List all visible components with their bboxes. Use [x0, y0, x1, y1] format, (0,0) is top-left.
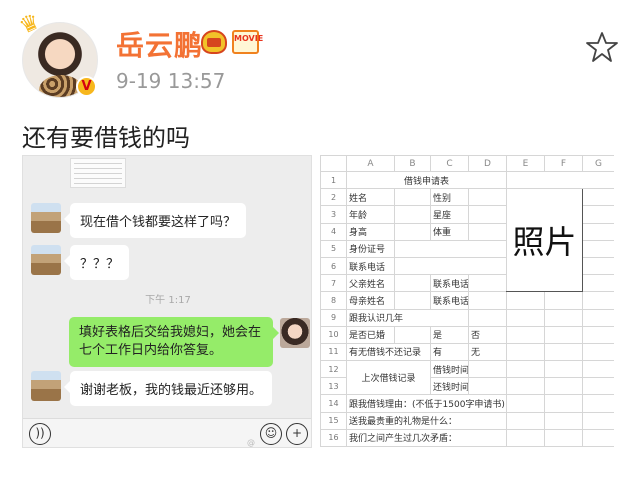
- label-gift: 送我最贵重的礼物是什么：: [346, 411, 507, 430]
- label-height: 身高: [346, 222, 395, 241]
- self-avatar[interactable]: [280, 318, 310, 348]
- label-age: 年龄: [346, 205, 395, 224]
- row-number: 6: [320, 256, 347, 276]
- row-number: 1: [320, 170, 347, 190]
- label-repay-time: 还钱时间: [430, 377, 469, 396]
- column-header: B: [394, 155, 431, 172]
- message-bubble: ？？？: [63, 245, 130, 280]
- row-number: 8: [320, 291, 347, 310]
- vip-badge: V: [76, 76, 97, 97]
- loan-application-table: A B C D E F G 1 借钱申请表 2 姓名 性别 照片 3 年龄 星座: [320, 155, 614, 448]
- label-contact-phone: 联系电话: [430, 291, 469, 310]
- row-number: 3: [320, 205, 347, 224]
- row-number: 5: [320, 239, 347, 258]
- row-number: 15: [320, 411, 347, 430]
- chat-thumbnail-image[interactable]: [70, 158, 126, 188]
- label-borrow-time: 借钱时间: [430, 360, 469, 379]
- chat-time-divider: 下午 1:17: [145, 295, 191, 306]
- message-bubble: 现在借个钱都要这样了吗？: [63, 203, 247, 238]
- photo-placeholder: 照片: [506, 188, 583, 293]
- label-weight: 体重: [430, 222, 469, 241]
- label-mother-name: 母亲姓名: [346, 291, 395, 310]
- message-bubble-self: 填好表格后交给我媳妇，她会在七个工作日内给你答复。: [69, 317, 279, 367]
- label-married: 是否已婚: [346, 325, 395, 344]
- row-number: 13: [320, 377, 347, 396]
- contact-avatar[interactable]: [31, 245, 61, 275]
- label-conflicts: 我们之间产生过几次矛盾：: [346, 428, 507, 448]
- watermark: @: [247, 438, 255, 447]
- row-number: 11: [320, 342, 347, 362]
- loan-form-image[interactable]: A B C D E F G 1 借钱申请表 2 姓名 性别 照片 3 年龄 星座: [320, 155, 614, 448]
- label-id-number: 身份证号: [346, 239, 395, 258]
- label-zodiac: 星座: [430, 205, 469, 224]
- post-text: 还有要借钱的吗: [22, 124, 190, 152]
- label-last-loan: 上次借钱记录: [346, 360, 431, 396]
- emoji-icon[interactable]: ☺: [260, 423, 282, 445]
- label-years-known: 跟我认识几年: [346, 308, 469, 327]
- row-number: 2: [320, 188, 347, 207]
- option-have: 有: [430, 342, 469, 362]
- username[interactable]: 岳云鹏: [116, 24, 203, 64]
- row-number: 7: [320, 274, 347, 293]
- form-title: 借钱申请表: [346, 170, 507, 190]
- contact-avatar[interactable]: [31, 371, 61, 401]
- row-number: 9: [320, 308, 347, 327]
- option-none: 无: [468, 342, 507, 362]
- column-header: G: [582, 155, 614, 172]
- option-yes: 是: [430, 325, 469, 344]
- label-loan-reason: 跟我借钱理由：(不低于1500字申请书): [346, 394, 507, 413]
- row-number: 16: [320, 428, 347, 448]
- chat-screenshot-image[interactable]: 现在借个钱都要这样了吗？ ？？？ 下午 1:17 填好表格后交给我媳妇，她会在七…: [22, 155, 312, 448]
- column-header: A: [346, 155, 395, 172]
- label-father-name: 父亲姓名: [346, 274, 395, 293]
- column-header: F: [544, 155, 583, 172]
- row-number: 10: [320, 325, 347, 344]
- label-name: 姓名: [346, 188, 395, 207]
- row-number: 4: [320, 222, 347, 241]
- column-header: E: [506, 155, 545, 172]
- level-icon[interactable]: [201, 30, 227, 54]
- label-gender: 性别: [430, 188, 469, 207]
- option-no: 否: [468, 325, 507, 344]
- contact-avatar[interactable]: [31, 203, 61, 233]
- movie-badge-icon[interactable]: MOVIE: [232, 30, 263, 54]
- row-number: 12: [320, 360, 347, 379]
- row-number: 14: [320, 394, 347, 413]
- column-header: C: [430, 155, 469, 172]
- post-timestamp: 9-19 13:57: [116, 69, 226, 93]
- plus-icon[interactable]: +: [286, 423, 308, 445]
- label-bad-record: 有无借钱不还记录: [346, 342, 431, 362]
- corner-cell: [320, 155, 347, 172]
- label-phone: 联系电话: [346, 256, 395, 276]
- column-header: D: [468, 155, 507, 172]
- label-contact-phone: 联系电话: [430, 274, 469, 293]
- voice-icon[interactable]: )): [29, 423, 51, 445]
- star-icon[interactable]: [585, 30, 619, 64]
- message-bubble: 谢谢老板，我的钱最近还够用。: [63, 371, 273, 406]
- chat-input-bar: )) ☺ +: [23, 418, 311, 447]
